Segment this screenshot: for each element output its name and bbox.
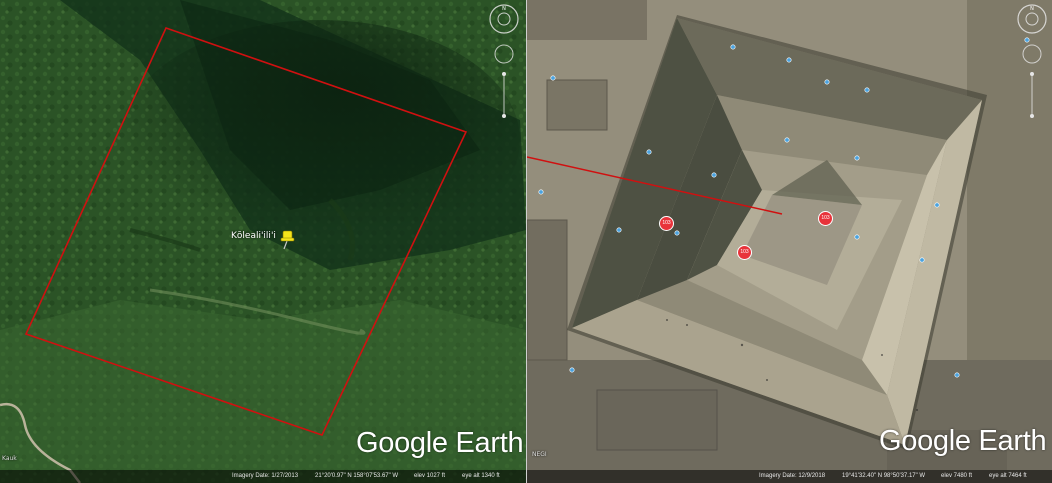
red-marker[interactable]: 103	[659, 216, 674, 231]
status-bar: Imagery Date: 1/27/2013 21°20'0.97" N 15…	[0, 470, 526, 483]
eye-altitude: eye alt 1340 ft	[462, 473, 500, 479]
google-earth-logo: Google Earth	[356, 427, 524, 459]
elevation: elev 1027 ft	[414, 473, 446, 479]
look-joystick-icon[interactable]: N	[489, 4, 519, 34]
split-view: Kōleali'ili'i Kauk N Google Earth Imager…	[0, 0, 1052, 483]
map-corner-label: Kauk	[2, 455, 17, 462]
move-joystick-icon[interactable]	[1022, 44, 1042, 64]
status-bar: Imagery Date: 12/9/2018 19°41'32.40" N 9…	[527, 470, 1052, 483]
red-marker[interactable]: 103	[818, 211, 833, 226]
satellite-imagery-pyramid	[527, 0, 1052, 483]
svg-text:N: N	[502, 6, 506, 12]
coordinates: 21°20'0.97" N 158°07'53.67" W	[315, 473, 399, 479]
look-joystick-icon[interactable]: N	[1017, 4, 1047, 34]
google-earth-logo: Google Earth	[879, 425, 1047, 457]
coordinates: 19°41'32.40" N 98°50'37.17" W	[842, 473, 926, 479]
svg-text:N: N	[1030, 6, 1034, 12]
red-marker[interactable]: 103	[737, 245, 752, 260]
zoom-slider[interactable]	[502, 72, 506, 118]
right-map-pane[interactable]: 103 103 103 NEGI N Google Earth Imagery …	[527, 0, 1052, 483]
left-map-pane[interactable]: Kōleali'ili'i Kauk N Google Earth Imager…	[0, 0, 526, 483]
placemark-label[interactable]: Kōleali'ili'i	[231, 231, 276, 241]
eye-altitude: eye alt 7464 ft	[989, 473, 1027, 479]
zoom-slider[interactable]	[1030, 72, 1034, 118]
imagery-date: Imagery Date: 1/27/2013	[232, 473, 299, 479]
imagery-date: Imagery Date: 12/9/2018	[759, 473, 826, 479]
satellite-imagery-koleali	[0, 0, 526, 483]
map-corner-label: NEGI	[532, 451, 547, 458]
navigation-controls[interactable]: N	[1015, 2, 1049, 127]
elevation: elev 7480 ft	[941, 473, 973, 479]
move-joystick-icon[interactable]	[494, 44, 514, 64]
navigation-controls[interactable]: N	[487, 2, 521, 127]
